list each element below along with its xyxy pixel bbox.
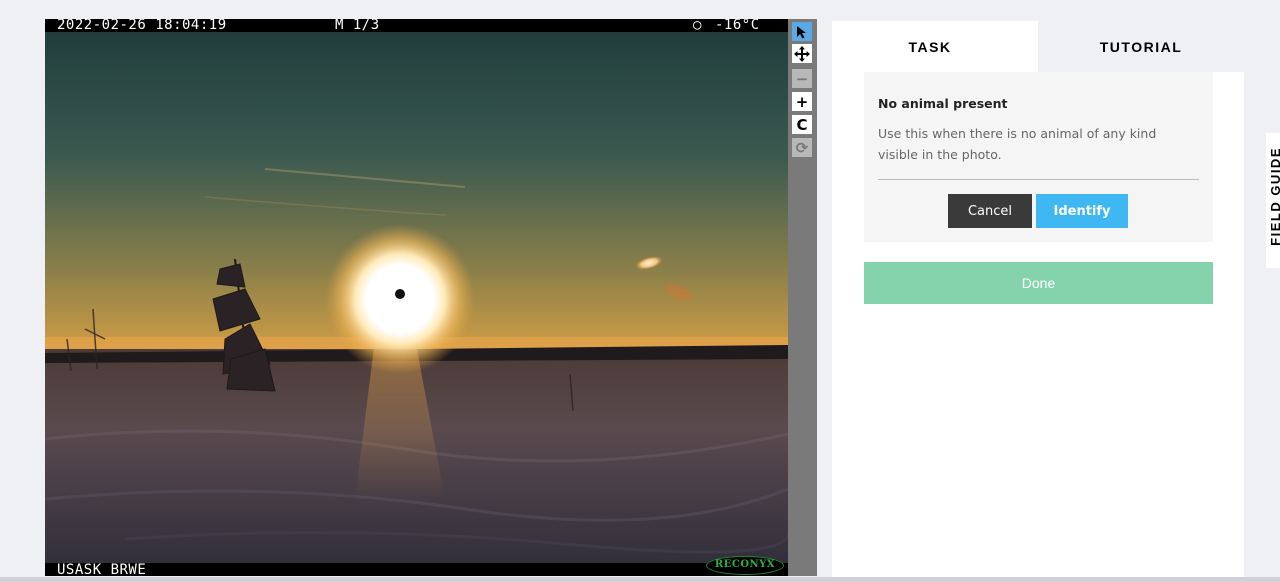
reset-button[interactable]: ⟳ xyxy=(792,138,812,157)
image-toolbar: − + C ⟳ xyxy=(788,19,817,576)
plus-icon: + xyxy=(795,92,809,111)
rotate-button[interactable]: C xyxy=(792,115,812,134)
choice-title: No animal present xyxy=(878,96,1008,111)
task-panel: TASK TUTORIAL No animal present Use this… xyxy=(832,21,1244,582)
field-guide-tab[interactable]: FIELD GUIDE xyxy=(1266,133,1280,268)
cursor-arrow-icon[interactable] xyxy=(792,22,812,41)
cancel-button[interactable]: Cancel xyxy=(948,194,1032,228)
camera-site-bar: USASK BRWE xyxy=(45,563,788,576)
tab-tutorial[interactable]: TUTORIAL xyxy=(1038,21,1244,72)
rotate-icon: C xyxy=(796,115,808,134)
identify-button[interactable]: Identify xyxy=(1036,194,1128,228)
zoom-in-button[interactable]: + xyxy=(792,92,812,111)
camera-temperature: -16°C xyxy=(715,19,760,33)
choice-detail-card: No animal present Use this when there is… xyxy=(864,72,1213,242)
camera-datetime: 2022-02-26 18:04:19 xyxy=(57,19,227,33)
reset-icon: ⟳ xyxy=(795,138,809,157)
field-guide-label: FIELD GUIDE xyxy=(1268,147,1280,246)
subject-viewer[interactable]: 2022-02-26 18:04:19 M 1/3 ○ -16°C USASK … xyxy=(45,19,788,576)
tab-task[interactable]: TASK xyxy=(832,21,1038,72)
choice-description: Use this when there is no animal of any … xyxy=(878,126,1157,162)
subject-image[interactable] xyxy=(45,19,788,576)
done-button[interactable]: Done xyxy=(864,262,1213,304)
reconyx-logo: RECONYX xyxy=(706,556,784,575)
minus-icon: − xyxy=(795,69,809,88)
page-bottom-border xyxy=(0,577,1280,582)
zoom-out-button[interactable]: − xyxy=(792,69,812,88)
camera-frame-counter: M 1/3 xyxy=(335,19,380,33)
task-tabs: TASK TUTORIAL xyxy=(832,21,1244,72)
divider xyxy=(878,179,1199,180)
move-icon[interactable] xyxy=(792,44,812,63)
camera-site-label: USASK BRWE xyxy=(57,562,147,576)
camera-info-bar: 2022-02-26 18:04:19 M 1/3 ○ -16°C xyxy=(45,19,788,32)
moon-phase-icon: ○ xyxy=(693,19,702,33)
